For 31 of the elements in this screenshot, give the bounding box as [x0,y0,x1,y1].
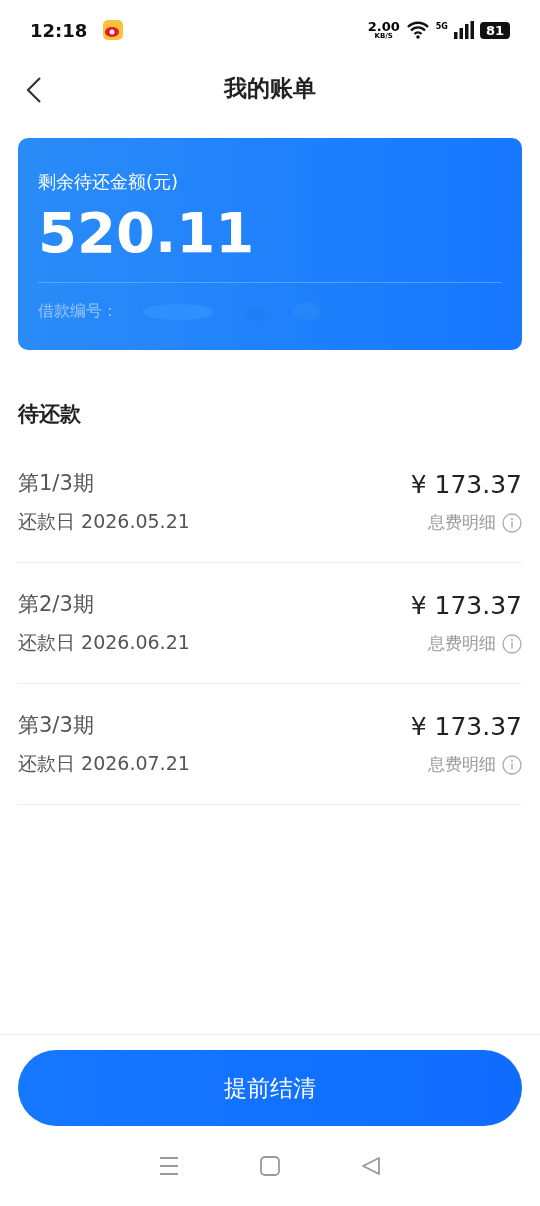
network-type: 5G [435,22,448,31]
installment-period: 第2/3期 [18,591,95,618]
wifi-icon [405,21,430,39]
back-nav-icon[interactable] [361,1156,382,1176]
installment-amount: ¥ 173.37 [410,712,522,741]
installment-amount: ¥ 173.37 [410,470,522,499]
installment-amount: ¥ 173.37 [410,591,522,620]
balance-amount: 520.11 [38,202,256,264]
section-title: 待还款 [18,401,82,428]
weibo-icon [103,20,124,40]
info-icon [502,633,522,654]
clock: 12:18 [30,19,88,41]
home-icon[interactable] [260,1156,280,1176]
info-icon [502,512,522,533]
loan-number-label: 借款编号： [38,301,118,323]
fee-details-link[interactable]: 息费明细 [428,753,522,776]
info-icon [502,754,522,775]
fee-details-link[interactable]: 息费明细 [428,632,522,655]
settle-early-button[interactable]: 提前结清 [18,1050,522,1126]
installment-period: 第1/3期 [18,470,95,497]
due-date: 还款日 2026.07.21 [18,751,190,776]
installment-period: 第3/3期 [18,712,95,739]
battery-level: 81 [479,21,510,39]
due-date: 还款日 2026.06.21 [18,630,190,655]
balance-label: 剩余待还金额(元) [38,170,180,194]
fee-details-link[interactable]: 息费明细 [428,511,522,534]
signal-icon [453,21,474,39]
due-date: 还款日 2026.05.21 [18,509,190,534]
page-title: 我的账单 [224,73,316,103]
back-icon [26,76,42,104]
menu-icon[interactable] [158,1157,179,1175]
